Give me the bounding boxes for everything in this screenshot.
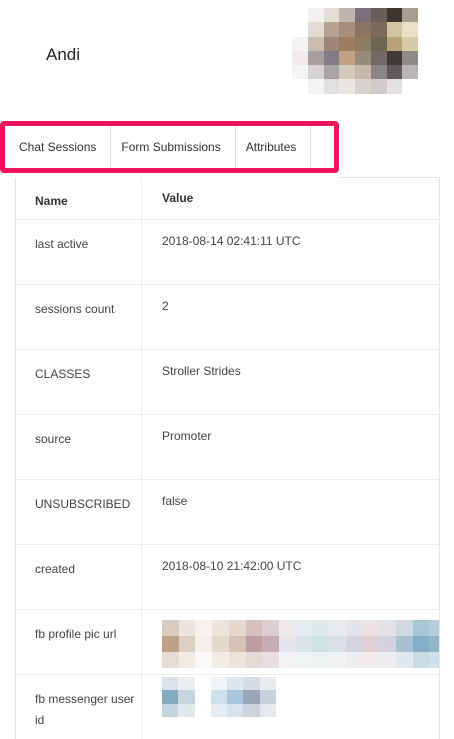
header-value: Value	[162, 191, 194, 205]
table-header-row: Name Value	[16, 178, 439, 220]
attribute-value: 2018-08-10 21:42:00 UTC	[162, 559, 302, 573]
attribute-name: CLASSES	[35, 367, 91, 381]
attribute-name: fb profile pic url	[35, 627, 117, 641]
table-row: CLASSES Stroller Strides	[16, 350, 439, 415]
tab-form-submissions[interactable]: Form Submissions	[111, 126, 236, 168]
table-row: UNSUBSCRIBED false	[16, 480, 439, 545]
redacted-user-id	[162, 677, 292, 717]
table-row: last active 2018-08-14 02:41:11 UTC	[16, 220, 439, 285]
attribute-name: sessions count	[35, 302, 115, 316]
attribute-name: created	[35, 562, 76, 576]
attribute-name: last active	[35, 237, 89, 251]
tab-attributes[interactable]: Attributes	[236, 126, 312, 168]
header-name: Name	[35, 194, 68, 208]
attribute-value: false	[162, 494, 188, 508]
table-row: created 2018-08-10 21:42:00 UTC	[16, 545, 439, 610]
attribute-value: 2	[162, 299, 169, 313]
tab-bar: Chat Sessions Form Submissions Attribute…	[0, 121, 339, 173]
attribute-value: Stroller Strides	[162, 364, 241, 378]
attribute-name: UNSUBSCRIBED	[35, 497, 131, 511]
attribute-value: 2018-08-14 02:41:11 UTC	[162, 234, 301, 248]
attribute-name: source	[35, 432, 72, 446]
attributes-table: Name Value last active 2018-08-14 02:41:…	[15, 178, 440, 739]
table-row: sessions count 2	[16, 285, 439, 350]
avatar	[292, 8, 418, 108]
table-row: fb messenger user id	[16, 675, 439, 735]
redacted-pic-url	[162, 620, 439, 668]
table-row: source Promoter	[16, 415, 439, 480]
profile-header: Andi	[0, 0, 454, 115]
tab-chat-sessions[interactable]: Chat Sessions	[9, 126, 112, 168]
user-name: Andi	[46, 45, 81, 64]
attribute-value: Promoter	[162, 429, 212, 443]
attribute-name: fb messenger user id	[35, 692, 135, 727]
table-row: fb profile pic url	[16, 610, 439, 675]
